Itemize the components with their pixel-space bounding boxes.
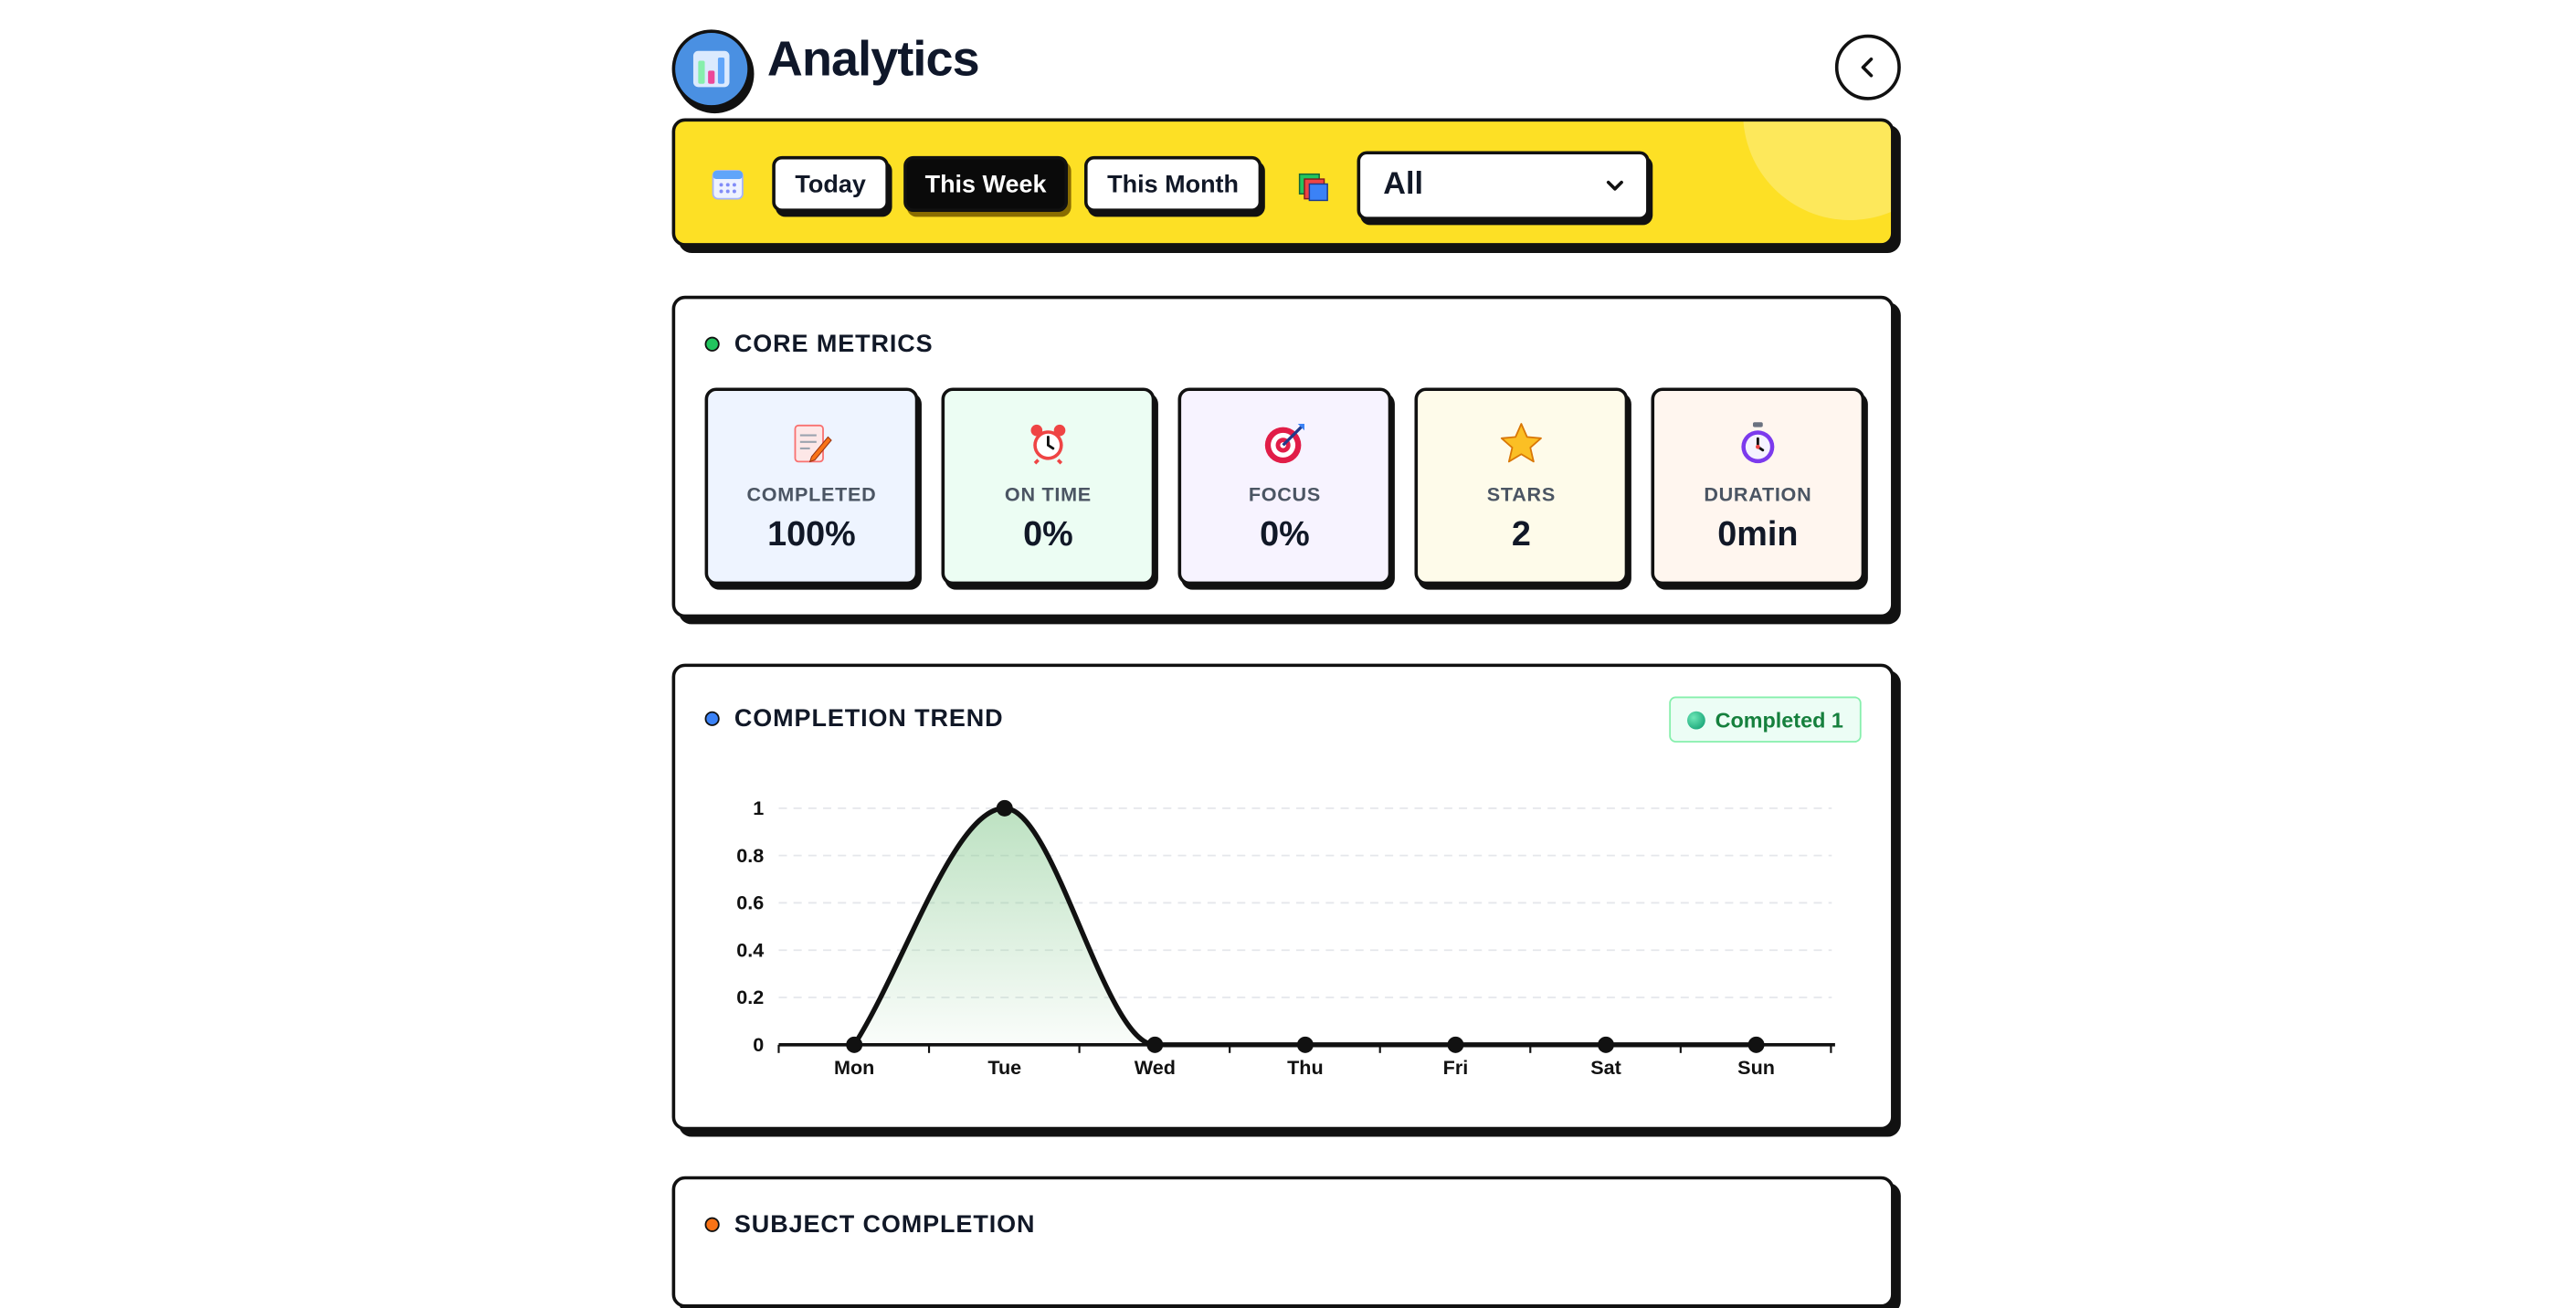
status-dot: [704, 1217, 720, 1232]
completion-trend-chart: 0 0.2 0.4 0.6 0.8 1 Mon Tue Wed Thu Fri Sat Sun: [736, 796, 1835, 1079]
y-tick-label: 0.6: [736, 891, 764, 914]
star-icon: [1500, 423, 1542, 463]
data-point: [1598, 1036, 1614, 1053]
subject-completion-card: SUBJECT COMPLETION: [671, 1176, 1895, 1308]
data-point: [1447, 1036, 1464, 1053]
range-today-button[interactable]: Today: [772, 155, 889, 213]
data-point: [1296, 1036, 1314, 1053]
memo-icon: [794, 424, 832, 463]
y-tick-label: 0.2: [736, 986, 764, 1008]
y-tick-label: 0: [753, 1033, 764, 1056]
metric-stars: STARS 2: [1414, 387, 1629, 585]
data-point: [1747, 1036, 1765, 1053]
metric-value: 100%: [767, 515, 856, 554]
y-tick-label: 1: [753, 796, 764, 819]
calendar-icon: [712, 170, 744, 200]
metric-label: COMPLETED: [746, 482, 877, 506]
filter-bar: Today This Week This Month All: [671, 118, 1895, 247]
x-tick-label: Thu: [1287, 1056, 1324, 1079]
metric-label: STARS: [1486, 482, 1556, 506]
x-tick-label: Fri: [1443, 1056, 1469, 1079]
books-icon: [1298, 173, 1328, 202]
back-button[interactable]: [1834, 34, 1901, 100]
x-tick-label: Sat: [1590, 1056, 1621, 1079]
x-tick-label: Wed: [1135, 1056, 1176, 1079]
metric-on-time: ON TIME 0%: [941, 387, 1156, 585]
target-icon: [1264, 424, 1304, 464]
metric-label: ON TIME: [1004, 482, 1092, 506]
subject-select[interactable]: All: [1357, 151, 1650, 220]
metric-label: DURATION: [1704, 482, 1812, 506]
metric-value: 2: [1511, 515, 1531, 554]
core-metrics-card: CORE METRICS COMPLETED 100% ON TIME 0% F…: [671, 295, 1895, 618]
core-metrics-title: CORE METRICS: [704, 330, 934, 358]
chevron-down-icon: [1606, 180, 1623, 191]
page-title: Analytics: [766, 32, 980, 88]
trend-area: [854, 807, 1757, 1045]
y-tick-label: 0.4: [736, 938, 764, 961]
stopwatch-icon: [1741, 422, 1775, 464]
subject-completion-title: SUBJECT COMPLETION: [704, 1210, 1036, 1239]
metric-value: 0%: [1260, 515, 1310, 554]
metric-focus: FOCUS 0%: [1177, 387, 1392, 585]
status-dot: [704, 336, 720, 352]
data-point: [996, 799, 1013, 817]
alarm-clock-icon: [1030, 424, 1066, 465]
range-this-month-button[interactable]: This Month: [1083, 155, 1262, 213]
chevron-left-icon: [1861, 57, 1874, 78]
y-tick-label: 0.8: [736, 844, 764, 867]
metric-duration: DURATION 0min: [1651, 387, 1865, 585]
metric-label: FOCUS: [1248, 482, 1321, 506]
subject-select-value: All: [1383, 167, 1423, 203]
completion-trend-card: COMPLETION TREND Completed 1 0 0.2 0.4 0.6 0…: [671, 663, 1895, 1131]
data-point: [1146, 1036, 1164, 1053]
metric-value: 0%: [1023, 515, 1073, 554]
x-tick-label: Sun: [1737, 1056, 1775, 1079]
metric-value: 0min: [1717, 515, 1799, 554]
metric-completed: COMPLETED 100%: [704, 387, 919, 585]
page-header: Analytics: [671, 0, 1901, 118]
x-tick-label: Mon: [834, 1056, 874, 1079]
analytics-logo-icon: [671, 29, 751, 109]
range-this-week-button[interactable]: This Week: [903, 155, 1069, 213]
x-tick-label: Tue: [987, 1056, 1021, 1079]
data-point: [846, 1036, 863, 1053]
